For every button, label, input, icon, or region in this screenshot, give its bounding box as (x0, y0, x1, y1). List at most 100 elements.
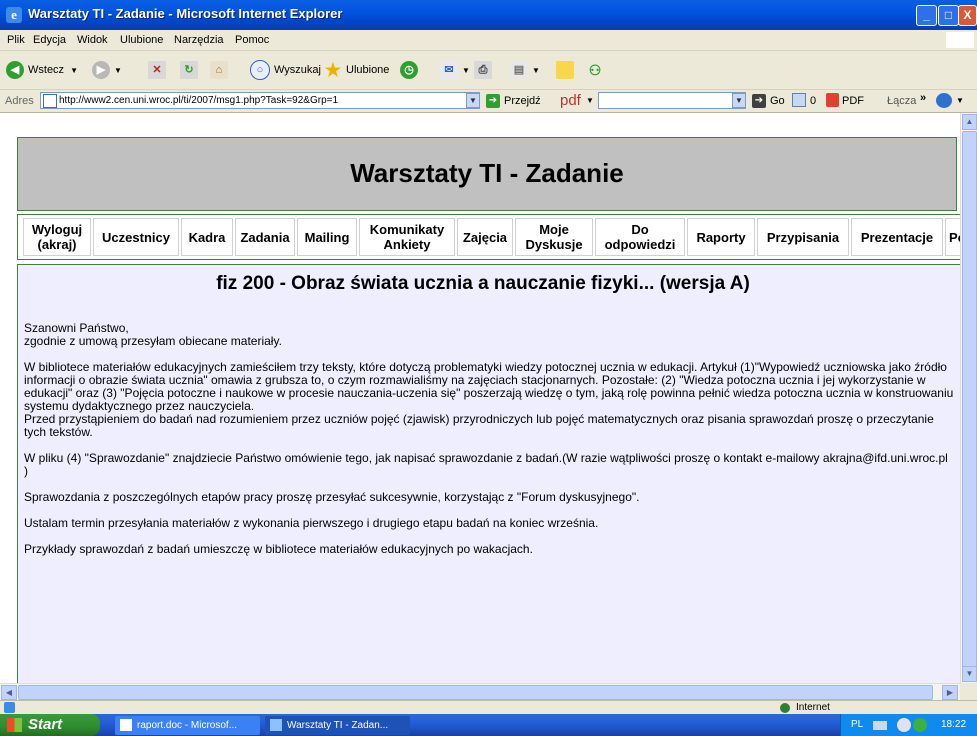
menu-narzedzia[interactable]: Narzędzia (174, 34, 224, 46)
toolbar-extra-icon[interactable] (936, 93, 952, 108)
address-dropdown[interactable]: ▼ (466, 93, 480, 108)
go2-button[interactable]: Go (770, 95, 785, 107)
nav-zajecia[interactable]: Zajęcia (457, 218, 513, 256)
back-button[interactable]: ◀ Wstecz ▼ (6, 60, 78, 80)
start-label: Start (28, 716, 63, 733)
pdf-search-dropdown[interactable]: ▼ (732, 93, 746, 108)
address-bar: Adres http://www2.cen.uni.wroc.pl/ti/200… (0, 90, 977, 113)
vertical-scrollbar[interactable]: ▲ ▼ (960, 113, 977, 683)
keyboard-icon[interactable] (873, 721, 887, 730)
stop-icon: ✕ (148, 61, 166, 79)
print-icon: ⎙ (474, 61, 492, 79)
mail-icon: ✉ (440, 61, 458, 79)
task-word-label: raport.doc - Microsof... (137, 720, 238, 731)
address-input[interactable]: http://www2.cen.uni.wroc.pl/ti/2007/msg1… (40, 92, 480, 109)
notes-button[interactable] (556, 60, 578, 80)
language-indicator[interactable]: PL (851, 714, 863, 736)
refresh-icon: ↻ (180, 61, 198, 79)
forward-button[interactable]: ▶ ▼ (92, 60, 122, 80)
page-icon (43, 94, 57, 108)
page-title: Warsztaty TI - Zadanie (350, 158, 624, 188)
search-icon: ○ (250, 60, 270, 80)
search-button[interactable]: ○ Wyszukaj (250, 60, 321, 80)
back-label: Wstecz (28, 64, 65, 76)
chevron-down-icon: ▼ (462, 65, 470, 75)
menu-widok[interactable]: Widok (77, 34, 108, 46)
edit-button[interactable]: ▤ ▼ (510, 60, 540, 80)
nav-mailing[interactable]: Mailing (297, 218, 357, 256)
messenger-button[interactable]: ⚇ (586, 60, 608, 80)
chevron-down-icon[interactable]: ▼ (956, 96, 964, 105)
stop-button[interactable]: ✕ (148, 60, 170, 80)
address-label: Adres (5, 95, 34, 107)
task-word[interactable]: raport.doc - Microsof... (115, 716, 260, 735)
task-title: fiz 200 - Obraz świata ucznia a nauczani… (216, 273, 750, 294)
windows-logo-icon (946, 32, 974, 48)
horizontal-scroll-thumb[interactable] (18, 685, 933, 700)
edit-icon: ▤ (510, 61, 528, 79)
links-label[interactable]: Łącza (887, 95, 916, 107)
refresh-button[interactable]: ↻ (180, 60, 202, 80)
scroll-right-icon[interactable]: ▶ (942, 685, 958, 700)
pdf-search-input[interactable] (598, 92, 746, 109)
nav-uczestnicy[interactable]: Uczestnicy (93, 218, 179, 256)
horizontal-scrollbar[interactable]: ◀ ▶ (0, 683, 960, 701)
toolbar: ◀ Wstecz ▼ ▶ ▼ ✕ ↻ ⌂ ○ Wyszukaj ★ Ulubio… (0, 51, 977, 90)
nav-do-odpowiedzi[interactable]: Do odpowiedzi (595, 218, 685, 256)
nav-zadania[interactable]: Zadania (235, 218, 295, 256)
nav-po[interactable]: Po (945, 218, 960, 256)
menu-edycja[interactable]: Edycja (33, 34, 66, 46)
scroll-left-icon[interactable]: ◀ (1, 685, 17, 700)
nav-moje-dyskusje[interactable]: Moje Dyskusje (515, 218, 593, 256)
zone-label: Internet (796, 702, 830, 713)
nav-prezentacje[interactable]: Prezentacje (851, 218, 943, 256)
pdf-button[interactable]: PDF (842, 95, 864, 107)
tray-icon-2[interactable] (913, 718, 927, 732)
clock[interactable]: 18:22 (941, 714, 966, 736)
nav-komunikaty-ankiety[interactable]: Komunikaty Ankiety (359, 218, 455, 256)
go-button[interactable]: Przejdź (504, 95, 541, 107)
scroll-down-icon[interactable]: ▼ (962, 666, 977, 682)
star-icon: ★ (324, 60, 342, 80)
vertical-scroll-thumb[interactable] (962, 131, 977, 671)
favorites-label: Ulubione (346, 64, 390, 76)
menu-plik[interactable]: Plik (7, 34, 25, 46)
start-button[interactable]: Start (0, 714, 100, 736)
scroll-up-icon[interactable]: ▲ (962, 114, 977, 130)
nav-przypisania[interactable]: Przypisania (757, 218, 849, 256)
search-label: Wyszukaj (274, 64, 321, 76)
pdf-label[interactable]: pdf (560, 92, 581, 109)
paragraph-examples: Przykłady sprawozdań z badań umieszczę w… (24, 542, 533, 556)
menu-pomoc[interactable]: Pomoc (235, 34, 269, 46)
mail-button[interactable]: ✉ ▼ (440, 60, 470, 80)
more-chevron-icon[interactable]: » (920, 92, 926, 104)
nav-wyloguj[interactable]: Wyloguj (akraj) (23, 218, 91, 256)
counter-value: 0 (810, 95, 817, 107)
window-title: Warsztaty TI - Zadanie - Microsoft Inter… (28, 6, 343, 21)
minimize-button[interactable]: _ (916, 5, 937, 26)
title-bar[interactable]: e Warsztaty TI - Zadanie - Microsoft Int… (0, 0, 977, 30)
back-arrow-icon: ◀ (6, 61, 24, 79)
task-ie[interactable]: Warsztaty TI - Zadan... (265, 716, 410, 735)
status-bar: Internet (0, 700, 977, 715)
history-button[interactable]: ◷ (400, 60, 422, 80)
paragraph-library: W bibliotece materiałów edukacyjnych zam… (24, 360, 954, 413)
chevron-down-icon[interactable]: ▼ (586, 96, 594, 105)
go2-arrow-icon[interactable]: ➔ (752, 94, 766, 108)
system-tray: PL 18:22 (840, 714, 977, 736)
nav-raporty[interactable]: Raporty (687, 218, 755, 256)
close-button[interactable]: X (958, 5, 977, 26)
go-arrow-icon[interactable]: ➔ (486, 94, 500, 108)
maximize-button[interactable]: □ (938, 5, 959, 26)
windows-flag-icon (7, 718, 22, 732)
task-ie-label: Warsztaty TI - Zadan... (287, 720, 389, 731)
favorites-button[interactable]: ★ Ulubione (324, 60, 390, 80)
note-icon (556, 61, 574, 79)
chevron-down-icon: ▼ (532, 65, 540, 75)
nav-bar: Wyloguj (akraj) Uczestnicy Kadra Zadania… (17, 214, 960, 260)
menu-ulubione[interactable]: Ulubione (120, 34, 163, 46)
nav-kadra[interactable]: Kadra (181, 218, 233, 256)
tray-icon-1[interactable] (897, 718, 911, 732)
print-button[interactable]: ⎙ (474, 60, 496, 80)
home-button[interactable]: ⌂ (210, 60, 232, 80)
